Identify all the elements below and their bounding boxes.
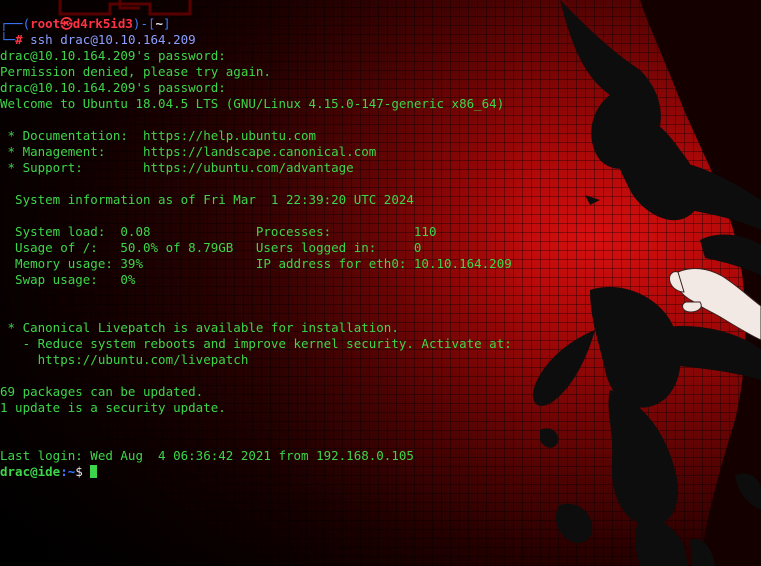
output-line: System information as of Fri Mar 1 22:39…: [0, 192, 414, 207]
prompt-cwd: ~: [155, 16, 164, 31]
output-line: - Reduce system reboots and improve kern…: [0, 336, 512, 351]
output-line: https://ubuntu.com/livepatch: [0, 352, 249, 367]
output-line: 69 packages can be updated.: [0, 384, 204, 399]
output-line: * Canonical Livepatch is available for i…: [0, 320, 399, 335]
crows: [532, 0, 761, 566]
output-line: 1 update is a security update.: [0, 400, 226, 415]
output-line: drac@10.10.164.209's password:: [0, 48, 226, 63]
prompt-header-line: ┌──(root㉿d4rk5id3)-[~]: [0, 16, 512, 32]
output-line: * Management: https://landscape.canonica…: [0, 144, 377, 159]
prompt-mid: )-[: [132, 16, 156, 31]
prompt-corner: └─: [0, 32, 16, 47]
output-line: Usage of /: 50.0% of 8.79GB Users logged…: [0, 240, 422, 255]
prompt-open: ┌──(: [0, 16, 31, 31]
maze-pattern: [58, 0, 192, 16]
remote-user-host: drac@ide: [0, 464, 61, 479]
prompt-hash-symbol: #: [15, 32, 23, 47]
remote-prompt-line[interactable]: drac@ide:~$: [0, 464, 512, 480]
output-line: System load: 0.08 Processes: 110: [0, 224, 437, 239]
remote-path: :~: [60, 464, 76, 479]
prompt-user-host: root㉿d4rk5id3: [30, 16, 133, 31]
output-line: Welcome to Ubuntu 18.04.5 LTS (GNU/Linux…: [0, 96, 505, 111]
text-cursor[interactable]: [90, 465, 98, 478]
ssh-command: ssh drac@10.10.164.209: [30, 32, 196, 47]
terminal-window[interactable]: ┌──(root㉿d4rk5id3)-[~] └─# ssh drac@10.10…: [0, 0, 761, 566]
prompt-command-line: └─# ssh drac@10.10.164.209: [0, 32, 512, 48]
hand-shape: [669, 268, 761, 341]
output-line: Last login: Wed Aug 4 06:36:42 2021 from…: [0, 448, 414, 463]
output-line: drac@10.10.164.209's password:: [0, 80, 226, 95]
output-line: * Support: https://ubuntu.com/advantage: [0, 160, 354, 175]
figure-silhouette: [640, 0, 761, 566]
output-line: Swap usage: 0%: [0, 272, 136, 287]
output-line: Permission denied, please try again.: [0, 64, 271, 79]
terminal-output[interactable]: ┌──(root㉿d4rk5id3)-[~] └─# ssh drac@10.10…: [0, 16, 512, 480]
remote-dollar-symbol: $: [75, 464, 91, 479]
prompt-close: ]: [163, 16, 171, 31]
output-line: Memory usage: 39% IP address for eth0: 1…: [0, 256, 512, 271]
output-line: * Documentation: https://help.ubuntu.com: [0, 128, 317, 143]
